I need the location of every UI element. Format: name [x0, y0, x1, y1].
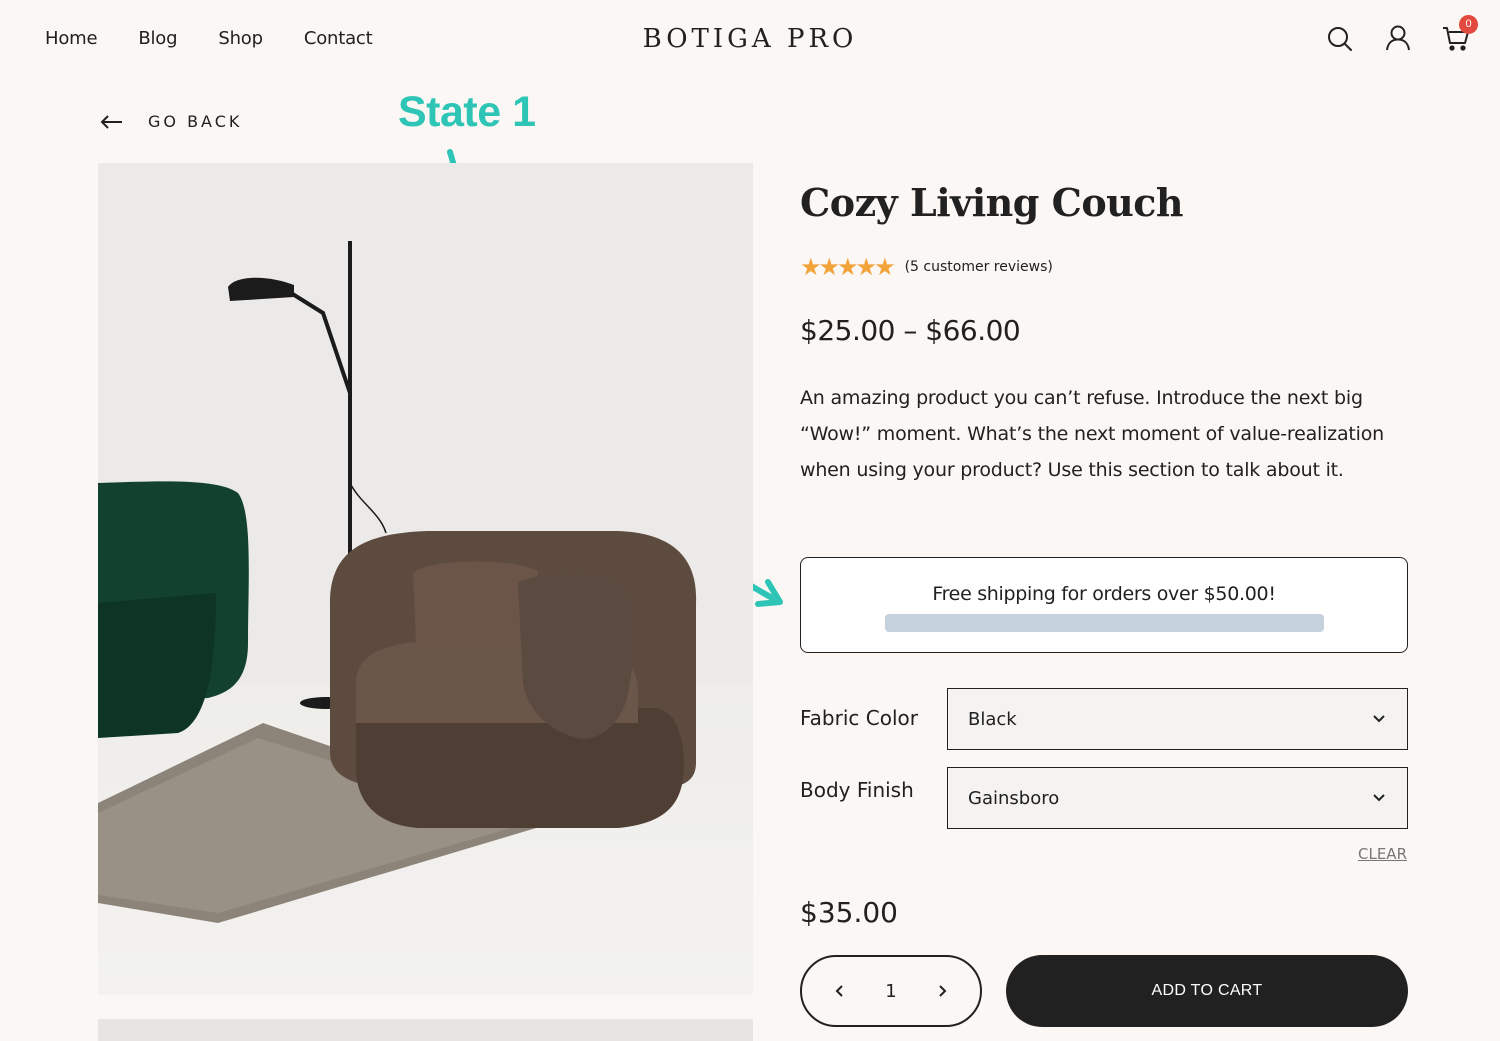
reviews-link[interactable]: (5 customer reviews) — [905, 259, 1053, 275]
free-shipping-text: Free shipping for orders over $50.00! — [932, 583, 1276, 605]
chevron-right-icon — [939, 985, 947, 997]
cart-count-badge: 0 — [1459, 15, 1478, 34]
quantity-stepper: 1 — [800, 955, 982, 1027]
variation-price: $35.00 — [800, 896, 898, 929]
nav-blog[interactable]: Blog — [138, 28, 177, 49]
chevron-down-icon — [1373, 715, 1385, 723]
chevron-left-icon — [835, 985, 843, 997]
body-finish-value: Gainsboro — [968, 787, 1060, 809]
nav-shop[interactable]: Shop — [218, 28, 263, 49]
product-rating: ★★★★★ (5 customer reviews) — [800, 255, 1053, 279]
cart-icon[interactable]: 0 — [1442, 15, 1478, 54]
fabric-color-select[interactable]: Black — [947, 688, 1408, 750]
price-range: $25.00 – $66.00 — [800, 314, 1021, 347]
main-nav: Home Blog Shop Contact — [45, 28, 373, 49]
quantity-input[interactable]: 1 — [871, 981, 911, 1002]
nav-contact[interactable]: Contact — [304, 28, 373, 49]
add-to-cart-button[interactable]: ADD TO CART — [1006, 955, 1408, 1027]
nav-home[interactable]: Home — [45, 28, 98, 49]
free-shipping-notice: Free shipping for orders over $50.00! — [800, 557, 1408, 653]
clear-variations-link[interactable]: CLEAR — [1358, 845, 1407, 863]
fabric-color-value: Black — [968, 708, 1017, 730]
search-icon[interactable] — [1326, 24, 1354, 54]
header-actions: 0 — [1326, 15, 1478, 54]
go-back-link[interactable]: GO BACK — [100, 112, 242, 131]
free-shipping-progress-bar — [885, 614, 1324, 632]
product-description: An amazing product you can’t refuse. Int… — [800, 387, 1384, 481]
state-annotation-label: State 1 — [398, 88, 536, 136]
star-rating-icon: ★★★★★ — [800, 253, 896, 281]
user-icon[interactable] — [1384, 24, 1412, 54]
fabric-color-label: Fabric Color — [800, 706, 918, 730]
arrow-left-icon — [100, 114, 122, 129]
go-back-label: GO BACK — [148, 112, 243, 131]
product-image[interactable] — [98, 163, 753, 995]
body-finish-select[interactable]: Gainsboro — [947, 767, 1408, 829]
quantity-decrease-button[interactable] — [830, 981, 850, 1001]
chevron-down-icon — [1373, 794, 1385, 802]
quantity-increase-button[interactable] — [932, 981, 952, 1001]
body-finish-label: Body Finish — [800, 778, 914, 802]
product-thumbnail-next[interactable] — [98, 1019, 753, 1041]
product-title: Cozy Living Couch — [800, 180, 1184, 225]
